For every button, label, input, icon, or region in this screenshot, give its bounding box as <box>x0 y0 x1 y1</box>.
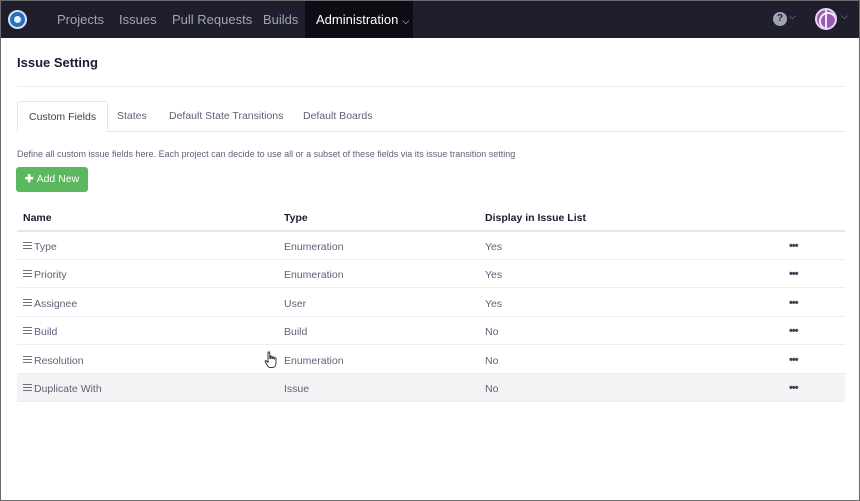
field-type: Issue <box>284 383 310 395</box>
field-display: Yes <box>485 241 503 253</box>
field-display: Yes <box>485 298 503 310</box>
field-display: No <box>485 326 499 338</box>
table-row[interactable]: Priority Enumeration Yes ••• <box>17 260 845 288</box>
nav-builds[interactable]: Builds <box>252 1 309 38</box>
field-name: Build <box>34 326 58 338</box>
title-divider <box>17 86 845 87</box>
field-name: Duplicate With <box>34 383 102 395</box>
more-options-icon[interactable]: ••• <box>789 240 799 252</box>
column-header-type: Type <box>284 212 308 224</box>
more-options-icon[interactable]: ••• <box>789 325 799 337</box>
field-name: Resolution <box>34 355 84 367</box>
nav-projects[interactable]: Projects <box>46 1 115 38</box>
drag-handle-icon[interactable] <box>23 299 32 306</box>
field-type: Build <box>284 326 308 338</box>
column-header-display: Display in Issue List <box>485 212 586 224</box>
nav-pull-requests[interactable]: Pull Requests <box>161 1 263 38</box>
nav-administration[interactable]: Administration ⌵ <box>305 1 413 38</box>
drag-handle-icon[interactable] <box>23 384 32 391</box>
drag-handle-icon[interactable] <box>23 270 32 277</box>
add-new-button[interactable]: ✚ Add New <box>16 167 88 192</box>
hand-cursor-icon <box>264 351 277 369</box>
table-row[interactable]: Resolution Enumeration No ••• <box>17 346 845 374</box>
field-display: Yes <box>485 269 503 281</box>
table-row[interactable]: Type Enumeration Yes ••• <box>17 232 845 260</box>
more-options-icon[interactable]: ••• <box>789 382 799 394</box>
help-icon[interactable]: ? <box>773 12 787 26</box>
drag-handle-icon[interactable] <box>23 327 32 334</box>
drag-handle-icon[interactable] <box>23 242 32 249</box>
field-name: Assignee <box>34 298 78 310</box>
table-row[interactable]: Duplicate With Issue No ••• <box>17 374 845 402</box>
table-row[interactable]: Build Build No ••• <box>17 317 845 345</box>
app-logo-icon[interactable] <box>8 10 27 29</box>
field-type: Enumeration <box>284 269 344 281</box>
nav-issues[interactable]: Issues <box>108 1 168 38</box>
more-options-icon[interactable]: ••• <box>789 354 799 366</box>
chevron-down-icon[interactable]: ⌵ <box>841 11 848 22</box>
chevron-down-icon: ⌵ <box>402 16 410 26</box>
field-display: No <box>485 355 499 367</box>
app-window: Projects Issues Pull Requests Builds Adm… <box>0 0 860 501</box>
page-title: Issue Setting <box>17 55 98 70</box>
tab-custom-fields[interactable]: Custom Fields <box>17 101 109 132</box>
add-new-label: Add New <box>36 173 80 185</box>
drag-handle-icon[interactable] <box>23 356 32 363</box>
column-header-name: Name <box>23 212 52 224</box>
field-type: User <box>284 298 307 310</box>
plus-icon: ✚ <box>24 173 34 185</box>
field-name: Type <box>34 241 57 253</box>
page-description: Define all custom issue fields here. Eac… <box>17 149 516 159</box>
nav-administration-label: Administration <box>316 12 399 27</box>
field-name: Priority <box>34 269 67 281</box>
tab-states[interactable]: States <box>106 101 158 132</box>
tab-default-state-transitions[interactable]: Default State Transitions <box>158 101 294 132</box>
chevron-down-icon[interactable]: ⌵ <box>789 11 796 22</box>
tab-default-boards[interactable]: Default Boards <box>292 101 383 132</box>
field-display: No <box>485 383 499 395</box>
top-navbar: Projects Issues Pull Requests Builds Adm… <box>1 1 859 38</box>
more-options-icon[interactable]: ••• <box>789 268 799 280</box>
more-options-icon[interactable]: ••• <box>789 297 799 309</box>
field-type: Enumeration <box>284 241 344 253</box>
table-row[interactable]: Assignee User Yes ••• <box>17 289 845 317</box>
field-type: Enumeration <box>284 355 344 367</box>
avatar[interactable] <box>815 8 837 30</box>
